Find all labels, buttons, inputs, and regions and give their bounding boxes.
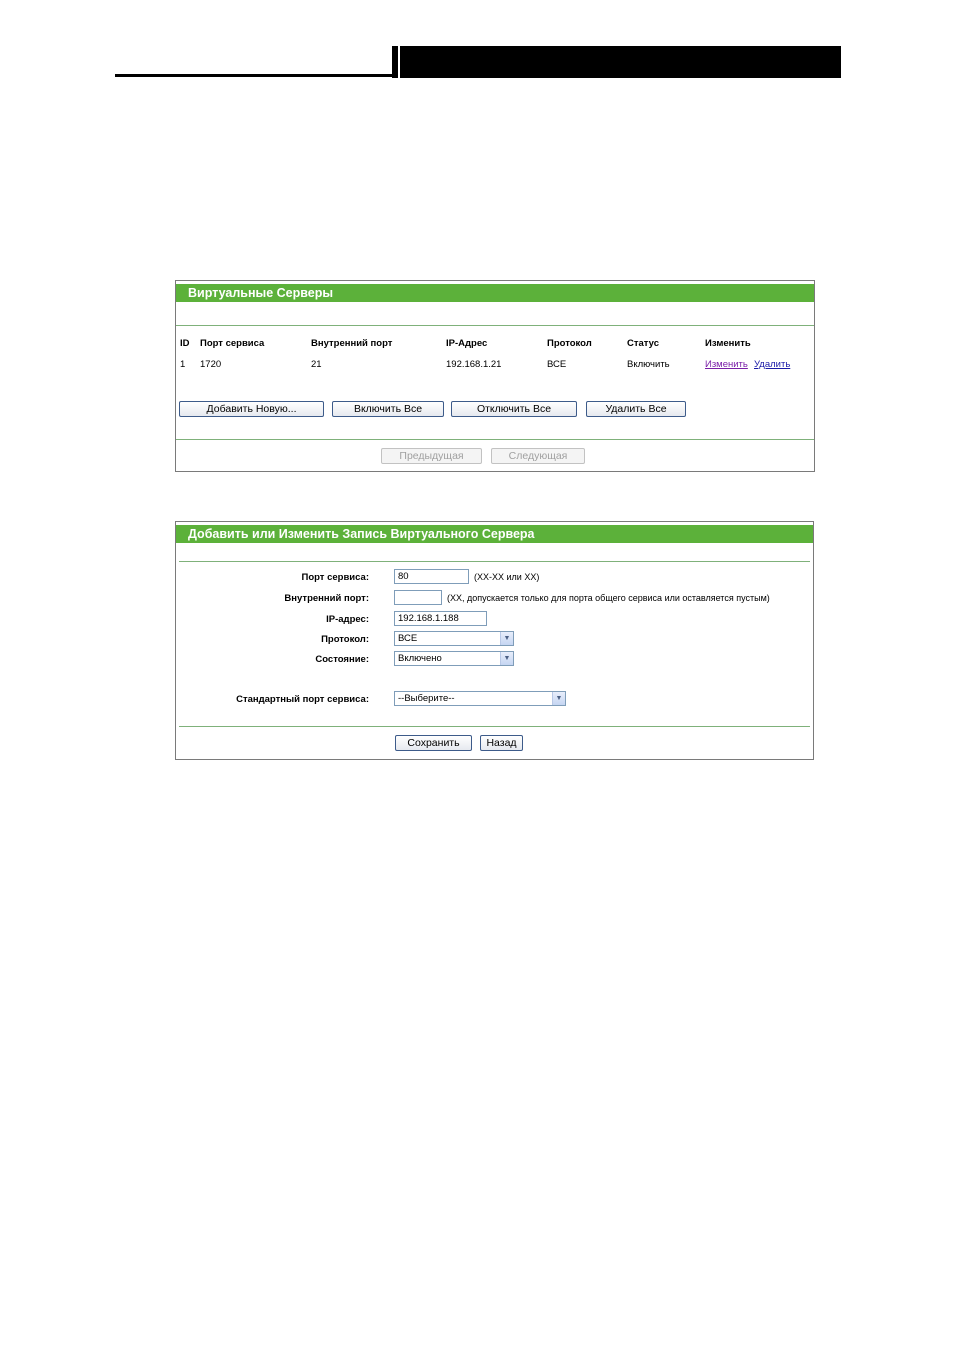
chevron-down-icon[interactable]: ▼: [500, 632, 513, 645]
service-port-label: Порт сервиса:: [301, 572, 370, 583]
page-header-rule: [115, 74, 395, 77]
edit-form-title: Добавить или Изменить Запись Виртуальног…: [176, 525, 813, 543]
save-button[interactable]: Сохранить: [395, 735, 472, 751]
edit-link[interactable]: Изменить: [705, 359, 748, 370]
next-page-button[interactable]: Следующая: [491, 448, 585, 464]
enable-all-button[interactable]: Включить Все: [332, 401, 444, 417]
virtual-servers-title: Виртуальные Серверы: [176, 284, 814, 302]
page-header-block: [392, 46, 841, 78]
protocol-label: Протокол:: [321, 634, 369, 645]
cell-status: Включить: [627, 359, 670, 370]
standard-port-select[interactable]: --Выберите-- ▼: [394, 691, 566, 706]
state-select[interactable]: Включено ▼: [394, 651, 514, 666]
delete-link[interactable]: Удалить: [754, 359, 790, 370]
cell-internal-port: 21: [311, 359, 322, 370]
state-selected-value: Включено: [398, 653, 442, 664]
col-header-id: ID: [180, 338, 190, 349]
protocol-selected-value: ВСЕ: [398, 633, 418, 644]
col-header-ip: IP-Адрес: [446, 338, 488, 349]
col-header-status: Статус: [627, 338, 660, 349]
standard-port-label: Стандартный порт сервиса:: [236, 694, 369, 705]
edit-virtual-server-panel: Добавить или Изменить Запись Виртуальног…: [175, 521, 814, 760]
cell-protocol: ВСЕ: [547, 359, 567, 370]
ip-address-input[interactable]: [394, 611, 487, 626]
prev-page-button[interactable]: Предыдущая: [381, 448, 482, 464]
service-port-hint: (XX-XX или XX): [474, 572, 540, 582]
disable-all-button[interactable]: Отключить Все: [451, 401, 577, 417]
col-header-modify: Изменить: [705, 338, 751, 349]
back-button[interactable]: Назад: [480, 735, 523, 751]
col-header-protocol: Протокол: [547, 338, 592, 349]
virtual-servers-panel: Виртуальные Серверы ID Порт сервиса Внут…: [175, 280, 815, 472]
internal-port-label: Внутренний порт:: [284, 593, 369, 604]
internal-port-hint: (XX, допускается только для порта общего…: [447, 593, 770, 603]
form-divider-top: [179, 561, 810, 562]
panel-divider-top: [176, 325, 814, 326]
col-header-internal-port: Внутренний порт: [311, 338, 393, 349]
service-port-input[interactable]: [394, 569, 469, 584]
cell-ip: 192.168.1.21: [446, 359, 502, 370]
chevron-down-icon[interactable]: ▼: [552, 692, 565, 705]
col-header-service-port: Порт сервиса: [200, 338, 265, 349]
internal-port-input[interactable]: [394, 590, 442, 605]
protocol-select[interactable]: ВСЕ ▼: [394, 631, 514, 646]
cell-id: 1: [180, 359, 186, 370]
delete-all-button[interactable]: Удалить Все: [586, 401, 686, 417]
ip-address-label: IP-адрес:: [326, 614, 369, 625]
standard-port-selected-value: --Выберите--: [398, 693, 455, 704]
state-label: Состояние:: [315, 654, 369, 665]
chevron-down-icon[interactable]: ▼: [500, 652, 513, 665]
panel-divider-bottom: [176, 439, 814, 440]
form-divider-bottom: [179, 726, 810, 727]
cell-service-port: 1720: [200, 359, 222, 370]
add-new-button[interactable]: Добавить Новую...: [179, 401, 324, 417]
